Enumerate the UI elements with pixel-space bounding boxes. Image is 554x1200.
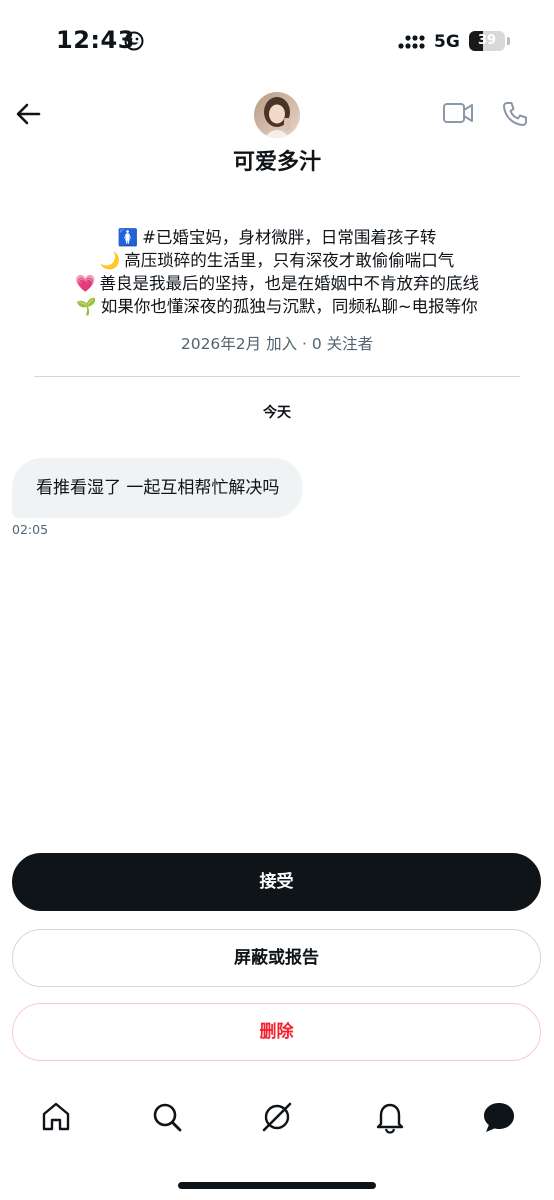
home-icon[interactable] xyxy=(39,1100,73,1134)
delete-button[interactable]: 删除 xyxy=(12,1003,541,1061)
bio-emoji: 🚺 xyxy=(117,228,139,247)
smiley-icon xyxy=(124,31,144,51)
joined-info: 2026年2月 加入 · 0 关注者 xyxy=(180,335,374,353)
date-label: 今天 xyxy=(263,405,291,421)
contact-name: 可爱多汁 xyxy=(232,150,321,175)
bio-line: 🌙 高压琐碎的生活里，只有深夜才敢偷偷喘口气 xyxy=(20,249,534,272)
bio-line: 🚺 #已婚宝妈，身材微胖，日常围着孩子转 xyxy=(20,226,534,249)
profile-bio: 🚺 #已婚宝妈，身材微胖，日常围着孩子转 🌙 高压琐碎的生活里，只有深夜才敢偷偷喘口… xyxy=(20,226,534,318)
home-indicator[interactable] xyxy=(178,1182,376,1189)
search-icon[interactable] xyxy=(150,1100,184,1134)
block-or-report-button[interactable]: 屏蔽或报告 xyxy=(12,929,541,987)
bio-text: 高压琐碎的生活里，只有深夜才敢偷偷喘口气 xyxy=(124,251,455,270)
dm-request-screen: 12:43 5G 39 可爱多汁 🚺 #已婚宝妈，身材微胖，日常围着孩子转 🌙 … xyxy=(0,0,554,1200)
messages-icon[interactable] xyxy=(482,1100,516,1134)
bio-text: 如果你也懂深夜的孤独与沉默，同频私聊~电报等你 xyxy=(100,297,478,316)
bio-emoji: 🌙 xyxy=(99,251,121,270)
bio-line: 🌱 如果你也懂深夜的孤独与沉默，同频私聊~电报等你 xyxy=(20,295,534,318)
bio-line: 💗 善良是我最后的坚持，也是在婚姻中不肯放弃的底线 xyxy=(20,272,534,295)
battery-level: 39 xyxy=(477,33,497,48)
signal-icon xyxy=(398,35,425,49)
message-bubble[interactable]: 看推看湿了 一起互相帮忙解决吗 xyxy=(12,458,304,518)
notifications-icon[interactable] xyxy=(373,1100,407,1134)
avatar[interactable] xyxy=(254,92,300,138)
bio-emoji: 🌱 xyxy=(76,297,97,316)
accept-button[interactable]: 接受 xyxy=(12,853,541,911)
arrow-left-icon[interactable] xyxy=(14,100,42,128)
bio-emoji: 💗 xyxy=(74,274,96,293)
bio-text: 善良是我最后的坚持，也是在婚姻中不肯放弃的底线 xyxy=(99,274,480,293)
bio-text: #已婚宝妈，身材微胖，日常围着孩子转 xyxy=(142,228,437,247)
grok-icon[interactable] xyxy=(260,1100,294,1134)
phone-call-icon[interactable] xyxy=(501,100,529,128)
battery-tip xyxy=(507,37,510,45)
battery-icon: 39 xyxy=(469,31,505,51)
video-call-icon[interactable] xyxy=(442,100,474,126)
status-bar: 12:43 5G 39 xyxy=(0,0,554,84)
message-time: 02:05 xyxy=(12,522,49,537)
network-label: 5G xyxy=(434,32,460,52)
divider xyxy=(34,376,520,377)
